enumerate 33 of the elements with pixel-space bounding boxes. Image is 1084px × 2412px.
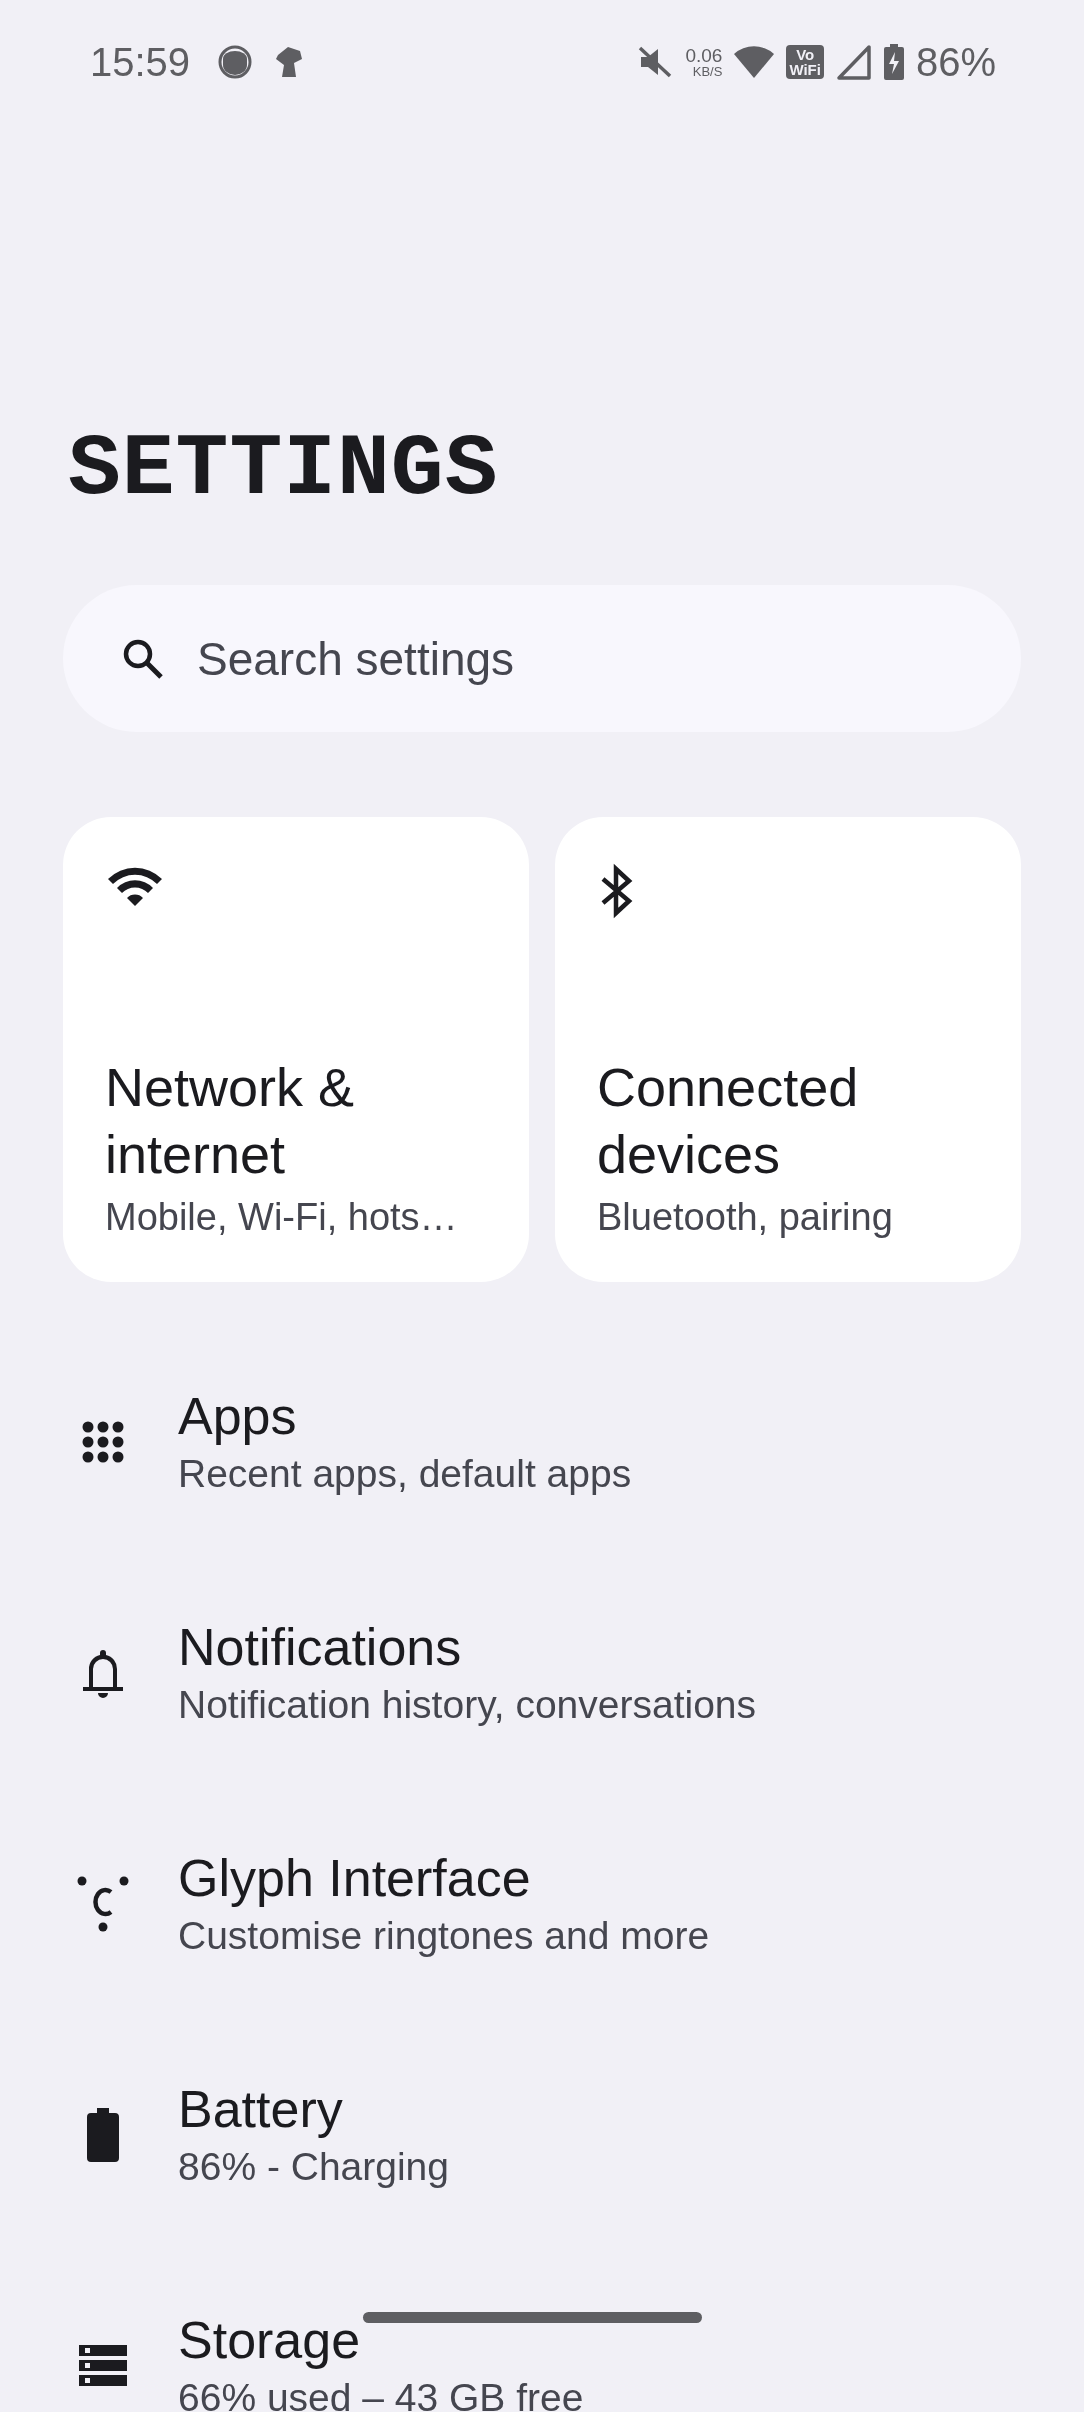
wifi-icon — [734, 46, 775, 78]
glyph-icon — [77, 1875, 129, 1932]
battery-percent: 86% — [915, 39, 996, 85]
settings-card[interactable]: Network & internet Mobile, Wi-Fi, hots… — [63, 817, 529, 1282]
item-subtitle: Customise ringtones and more — [178, 1912, 710, 1959]
storage-icon — [79, 2344, 127, 2387]
vowifi-badge: Vo WiFi — [786, 45, 824, 79]
item-subtitle: Notification history, conversations — [178, 1681, 757, 1728]
item-subtitle: 66% used – 43 GB free — [178, 2374, 584, 2412]
item-title[interactable]: Storage — [178, 2307, 584, 2372]
item-subtitle: Recent apps, default apps — [178, 1450, 632, 1497]
clock-time: 15:59 — [90, 39, 191, 85]
speed-value: 0.06 — [685, 46, 723, 65]
item-title[interactable]: Battery — [178, 2076, 449, 2141]
gesture-handle[interactable] — [363, 2312, 702, 2323]
item-title[interactable]: Apps — [178, 1383, 632, 1448]
mute-icon — [637, 45, 674, 79]
search-field[interactable]: Search settings — [63, 585, 1021, 732]
settings-card[interactable]: Connected devices Bluetooth, pairing — [555, 817, 1021, 1282]
battery-icon — [87, 2107, 119, 2162]
item-title[interactable]: Notifications — [178, 1614, 757, 1679]
item-title[interactable]: Glyph Interface — [178, 1845, 710, 1910]
page-title: SETTINGS — [68, 420, 500, 520]
card-subtitle: Bluetooth, pairing — [597, 1195, 894, 1240]
speed-unit: KB/S — [692, 65, 723, 78]
item-subtitle: 86% - Charging — [178, 2143, 449, 2190]
card-title: Network & internet — [105, 1056, 356, 1186]
grid-icon — [82, 1420, 124, 1463]
battery-charging-icon — [883, 44, 904, 80]
card-title: Connected devices — [597, 1056, 860, 1186]
signal-icon — [835, 44, 872, 80]
card-subtitle: Mobile, Wi-Fi, hots… — [105, 1195, 459, 1240]
search-placeholder: Search settings — [197, 631, 515, 686]
